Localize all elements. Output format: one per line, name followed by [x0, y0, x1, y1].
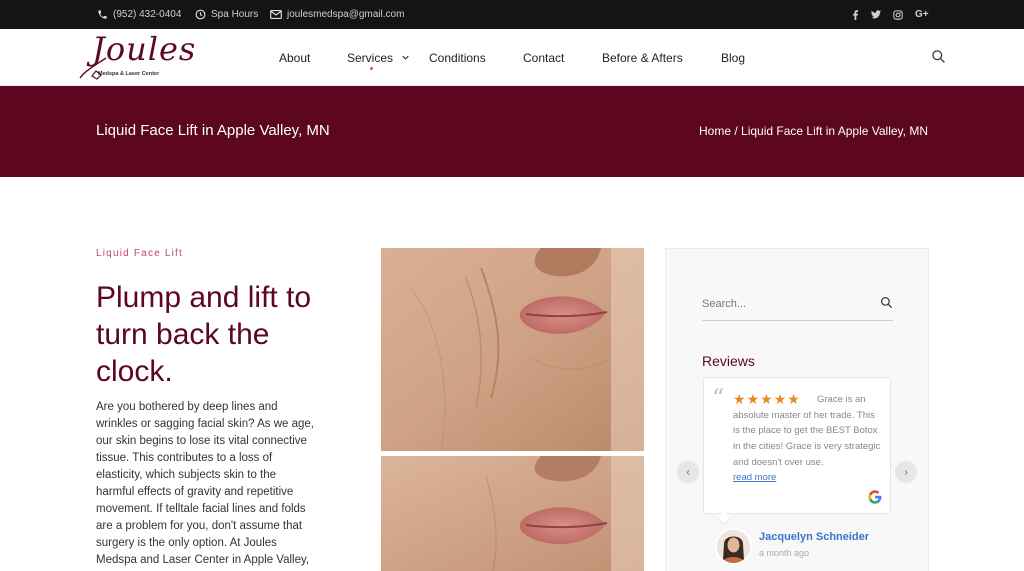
email-link[interactable]: joulesmedspa@gmail.com: [270, 0, 404, 29]
nav-active-indicator: [370, 67, 373, 70]
quote-icon: “: [712, 384, 725, 412]
facebook-icon[interactable]: [852, 0, 859, 29]
breadcrumb-home-link[interactable]: Home: [699, 124, 731, 138]
sidebar-search: [702, 293, 893, 321]
review-card: “ ★ ★ ★ ★ ★ Grace is an absolute master …: [703, 377, 891, 514]
search-icon[interactable]: [931, 49, 946, 69]
logo-wordmark: Joules: [92, 30, 197, 68]
face-closeup-graphic-2: [381, 456, 644, 571]
reviewer-name[interactable]: Jacquelyn Schneider: [759, 531, 869, 543]
reviews-heading: Reviews: [702, 353, 755, 369]
phone-link[interactable]: (952) 432-0404: [96, 0, 181, 29]
spa-hours-link[interactable]: Spa Hours: [194, 0, 258, 29]
twitter-icon[interactable]: [871, 0, 881, 29]
logo-tagline: Medspa & Laser Center: [98, 71, 160, 77]
review-timestamp: a month ago: [759, 548, 810, 558]
site-logo[interactable]: Joules Medspa & Laser Center: [78, 30, 195, 82]
section-headline: Plump and lift to turn back the clock.: [96, 281, 312, 388]
review-text: Grace is an absolute master of her trade…: [733, 394, 881, 468]
clock-icon: [194, 9, 206, 21]
sidebar: Reviews ‹ › “ ★ ★ ★ ★ ★ Grace is an abso…: [665, 248, 929, 571]
nav-about[interactable]: About: [279, 29, 310, 86]
section-eyebrow: Liquid Face Lift: [96, 248, 184, 259]
before-face-image: [381, 248, 644, 451]
search-submit-icon[interactable]: [880, 296, 893, 314]
breadcrumb: Home / Liquid Face Lift in Apple Valley,…: [699, 124, 928, 138]
nav-services-label: Services: [347, 50, 394, 65]
chevron-down-icon: [402, 55, 409, 60]
chevron-left-icon: ‹: [686, 466, 690, 478]
email-address: joulesmedspa@gmail.com: [287, 9, 405, 20]
nav-before-afters[interactable]: Before & Afters: [602, 29, 683, 86]
phone-number: (952) 432-0404: [113, 9, 182, 20]
breadcrumb-current: Liquid Face Lift in Apple Valley, MN: [741, 124, 928, 138]
page-title-banner: Liquid Face Lift in Apple Valley, MN Hom…: [0, 86, 1024, 177]
carousel-next-button[interactable]: ›: [895, 461, 917, 483]
google-plus-icon[interactable]: G+: [915, 0, 929, 29]
nav-services[interactable]: Services: [347, 29, 409, 86]
search-input[interactable]: [702, 293, 872, 315]
nav-contact[interactable]: Contact: [523, 29, 564, 86]
avatar: [715, 528, 752, 565]
instagram-icon[interactable]: [893, 0, 903, 29]
carousel-prev-button[interactable]: ‹: [677, 461, 699, 483]
nav-blog[interactable]: Blog: [721, 29, 745, 86]
breadcrumb-separator: /: [731, 124, 742, 138]
top-contact-bar: (952) 432-0404 Spa Hours joulesmedspa@gm…: [0, 0, 1024, 29]
read-more-link[interactable]: read more: [733, 472, 776, 483]
phone-icon: [96, 9, 108, 21]
section-body-text: Are you bothered by deep lines and wrink…: [96, 401, 314, 566]
face-closeup-graphic: [381, 248, 644, 451]
main-header: Joules Medspa & Laser Center About Servi…: [0, 29, 1024, 86]
spa-hours-label: Spa Hours: [211, 9, 259, 20]
page-title: Liquid Face Lift in Apple Valley, MN: [96, 122, 330, 139]
chevron-right-icon: ›: [904, 466, 908, 478]
google-icon: [867, 489, 883, 508]
nav-conditions[interactable]: Conditions: [429, 29, 486, 86]
after-face-image: [381, 456, 644, 571]
envelope-icon: [270, 9, 282, 21]
